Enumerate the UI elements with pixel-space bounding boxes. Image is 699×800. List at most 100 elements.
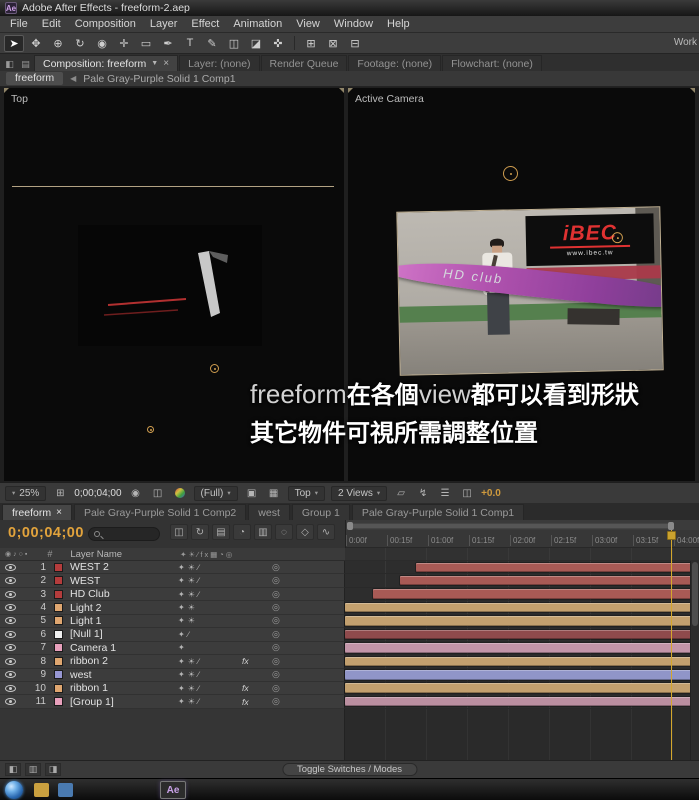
motion-blur-icon[interactable]: ◌ xyxy=(275,524,293,540)
layer-color-chip[interactable] xyxy=(54,643,63,652)
tab-flowchart-none[interactable]: Flowchart: (none) xyxy=(442,55,542,71)
menu-window[interactable]: Window xyxy=(327,17,380,31)
parent-pickwhip-icon[interactable]: ◎ xyxy=(272,615,280,626)
parent-pickwhip-icon[interactable]: ◎ xyxy=(272,656,280,667)
toggle-switches-modes-button[interactable]: Toggle Switches / Modes xyxy=(282,763,417,776)
live-update-icon[interactable]: ↻ xyxy=(191,524,209,540)
exposure-value[interactable]: +0.0 xyxy=(481,488,501,499)
hide-shy-layers-icon[interactable]: ◔ xyxy=(233,524,251,540)
visibility-eye-icon[interactable] xyxy=(5,671,16,678)
visibility-eye-icon[interactable] xyxy=(5,631,16,638)
layer-name[interactable]: WEST xyxy=(70,575,178,587)
layer-switches[interactable]: ✦☀ xyxy=(178,603,242,612)
graph-editor-icon[interactable]: ∿ xyxy=(317,524,335,540)
hand-tool[interactable]: ✥ xyxy=(26,35,46,52)
selection-tool[interactable]: ➤ xyxy=(4,35,24,52)
table-row[interactable]: 11[Group 1]✦☀∕fx◎ xyxy=(0,695,699,708)
layer-name[interactable]: Light 1 xyxy=(70,615,178,627)
type-tool[interactable]: T xyxy=(180,35,200,52)
layer-switches[interactable]: ✦☀ xyxy=(178,616,242,625)
zoom-tool[interactable]: ⊕ xyxy=(48,35,68,52)
caret-down-icon[interactable]: ▼ xyxy=(151,60,158,67)
visibility-eye-icon[interactable] xyxy=(5,685,16,692)
search-input[interactable] xyxy=(104,529,152,539)
camera-point-of-interest-icon[interactable] xyxy=(503,166,518,181)
layer-duration-bar[interactable] xyxy=(416,563,699,573)
breadcrumb-current-comp[interactable]: freeform xyxy=(6,72,63,85)
view-dropdown[interactable]: Top ▾ xyxy=(288,486,325,501)
visibility-eye-icon[interactable] xyxy=(5,644,16,651)
layer-track[interactable] xyxy=(345,628,699,641)
layer-duration-bar[interactable] xyxy=(345,657,699,667)
panel-frame-icon[interactable]: ▤ xyxy=(18,57,33,71)
timeline-tab-west[interactable]: west xyxy=(248,504,290,520)
parent-pickwhip-icon[interactable]: ◎ xyxy=(272,642,280,653)
layer-color-chip[interactable] xyxy=(54,576,63,585)
axis-local-button[interactable]: ⊞ xyxy=(301,35,321,52)
table-row[interactable]: 9west✦☀∕◎ xyxy=(0,669,699,682)
pixel-aspect-correction-icon[interactable]: ▱ xyxy=(393,486,409,501)
layer-color-chip[interactable] xyxy=(54,563,63,572)
taskbar-app-icon[interactable] xyxy=(58,783,73,797)
timeline-search-box[interactable] xyxy=(88,527,160,541)
expand-in-out-icon[interactable]: ◨ xyxy=(45,763,61,776)
axis-view-button[interactable]: ⊟ xyxy=(345,35,365,52)
layer-track[interactable] xyxy=(345,655,699,668)
layer-duration-bar[interactable] xyxy=(345,683,699,693)
layer-name[interactable]: west xyxy=(70,669,178,681)
menu-effect[interactable]: Effect xyxy=(184,17,226,31)
timeline-tab-pale-gray-purple-solid-1-comp1[interactable]: Pale Gray-Purple Solid 1 Comp1 xyxy=(352,504,524,520)
table-row[interactable]: 6[Null 1]✦∕◎ xyxy=(0,628,699,641)
video-layer-plane[interactable]: iBEC www.ibec.tw HD club xyxy=(396,206,663,375)
layer-switches[interactable]: ✦☀∕ xyxy=(178,697,242,706)
parent-pickwhip-icon[interactable]: ◎ xyxy=(272,669,280,680)
parent-pickwhip-icon[interactable]: ◎ xyxy=(272,602,280,613)
layer-switches[interactable]: ✦☀∕ xyxy=(178,684,242,693)
layer-name[interactable]: HD Club xyxy=(70,588,178,600)
layer-color-chip[interactable] xyxy=(54,603,63,612)
timeline-scrollbar[interactable] xyxy=(690,561,699,760)
layer-duration-bar[interactable] xyxy=(345,603,699,613)
layer-track[interactable] xyxy=(345,642,699,655)
tab-layer-none[interactable]: Layer: (none) xyxy=(179,55,259,71)
table-row[interactable]: 10ribbon 1✦☀∕fx◎ xyxy=(0,682,699,695)
layer-color-chip[interactable] xyxy=(54,630,63,639)
parent-pickwhip-icon[interactable]: ◎ xyxy=(272,683,280,694)
snapshot-icon[interactable]: ◉ xyxy=(128,486,144,501)
layer-duration-bar[interactable] xyxy=(345,616,699,626)
layer-color-chip[interactable] xyxy=(54,670,63,679)
puppet-pin-tool[interactable]: ✜ xyxy=(268,35,288,52)
auto-keyframe-icon[interactable]: ◇ xyxy=(296,524,314,540)
layer-track[interactable] xyxy=(345,588,699,601)
timeline-button-icon[interactable]: ☰ xyxy=(437,486,453,501)
tab-composition-freeform[interactable]: Composition: freeform▼× xyxy=(34,55,178,71)
layer-name[interactable]: ribbon 2 xyxy=(70,655,178,667)
layer-duration-bar[interactable] xyxy=(345,630,699,640)
timeline-tab-freeform[interactable]: freeform× xyxy=(2,504,72,520)
layer-track[interactable] xyxy=(345,561,699,574)
tab-footage-none[interactable]: Footage: (none) xyxy=(348,55,441,71)
eraser-tool[interactable]: ◪ xyxy=(246,35,266,52)
menu-view[interactable]: View xyxy=(289,17,327,31)
safe-areas-icon[interactable]: ⊞ xyxy=(52,486,68,501)
axis-gizmo-icon[interactable] xyxy=(210,364,219,373)
timeline-tab-pale-gray-purple-solid-1-comp2[interactable]: Pale Gray-Purple Solid 1 Comp2 xyxy=(74,504,246,520)
current-time-indicator[interactable] xyxy=(671,530,672,760)
timeline-current-timecode[interactable]: 0;00;04;00 xyxy=(8,525,84,541)
menu-composition[interactable]: Composition xyxy=(68,17,143,31)
layer-duration-bar[interactable] xyxy=(345,643,699,653)
layer-track[interactable] xyxy=(345,669,699,682)
region-of-interest-icon[interactable]: ▣ xyxy=(244,486,260,501)
transparency-grid-icon[interactable]: ▦ xyxy=(266,486,282,501)
layer-duration-bar[interactable] xyxy=(345,697,699,707)
layer-track[interactable] xyxy=(345,615,699,628)
timeline-tab-group-1[interactable]: Group 1 xyxy=(292,504,350,520)
layer-name[interactable]: Camera 1 xyxy=(70,642,178,654)
view-layout-dropdown[interactable]: 2 Views ▾ xyxy=(331,486,387,501)
layer-name[interactable]: WEST 2 xyxy=(70,561,178,573)
frame-blending-icon[interactable]: ▥ xyxy=(254,524,272,540)
magnification-dropdown[interactable]: ▾ 25% xyxy=(5,486,46,501)
resolution-dropdown[interactable]: (Full) ▾ xyxy=(194,486,238,501)
taskbar-folder-icon[interactable] xyxy=(34,783,49,797)
layer-switches[interactable]: ✦☀∕ xyxy=(178,590,242,599)
